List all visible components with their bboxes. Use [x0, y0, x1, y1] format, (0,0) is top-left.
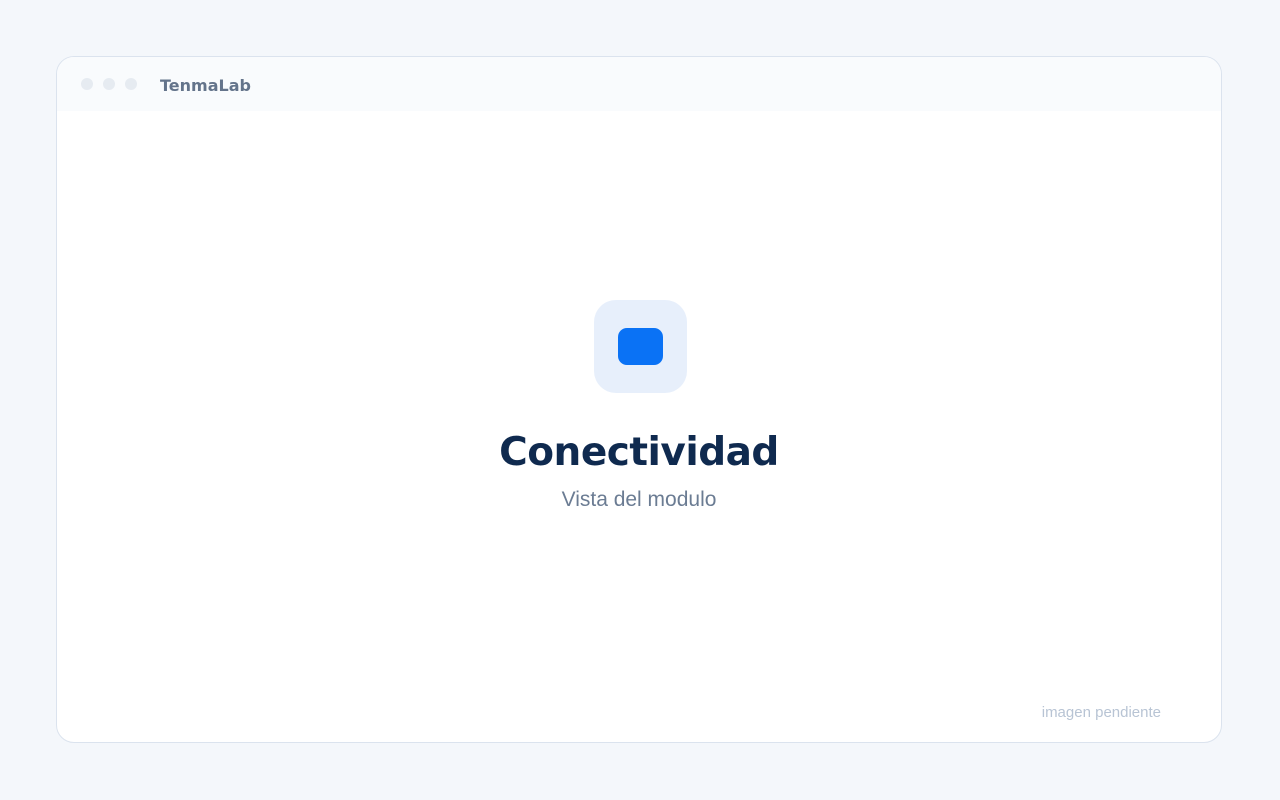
window-minimize-dot[interactable] — [103, 78, 115, 90]
image-pending-note: imagen pendiente — [1041, 704, 1161, 721]
window-maximize-dot[interactable] — [125, 78, 137, 90]
module-subtitle: Vista del modulo — [561, 488, 717, 511]
app-title: TenmaLab — [160, 76, 251, 95]
app-window: TenmaLab Conectividad Vista del modulo i… — [56, 56, 1222, 743]
module-icon-tile — [594, 300, 687, 393]
module-title: Conectividad — [499, 430, 779, 475]
window-close-dot[interactable] — [81, 78, 93, 90]
title-bar: TenmaLab — [57, 57, 1221, 111]
module-icon — [618, 328, 663, 365]
